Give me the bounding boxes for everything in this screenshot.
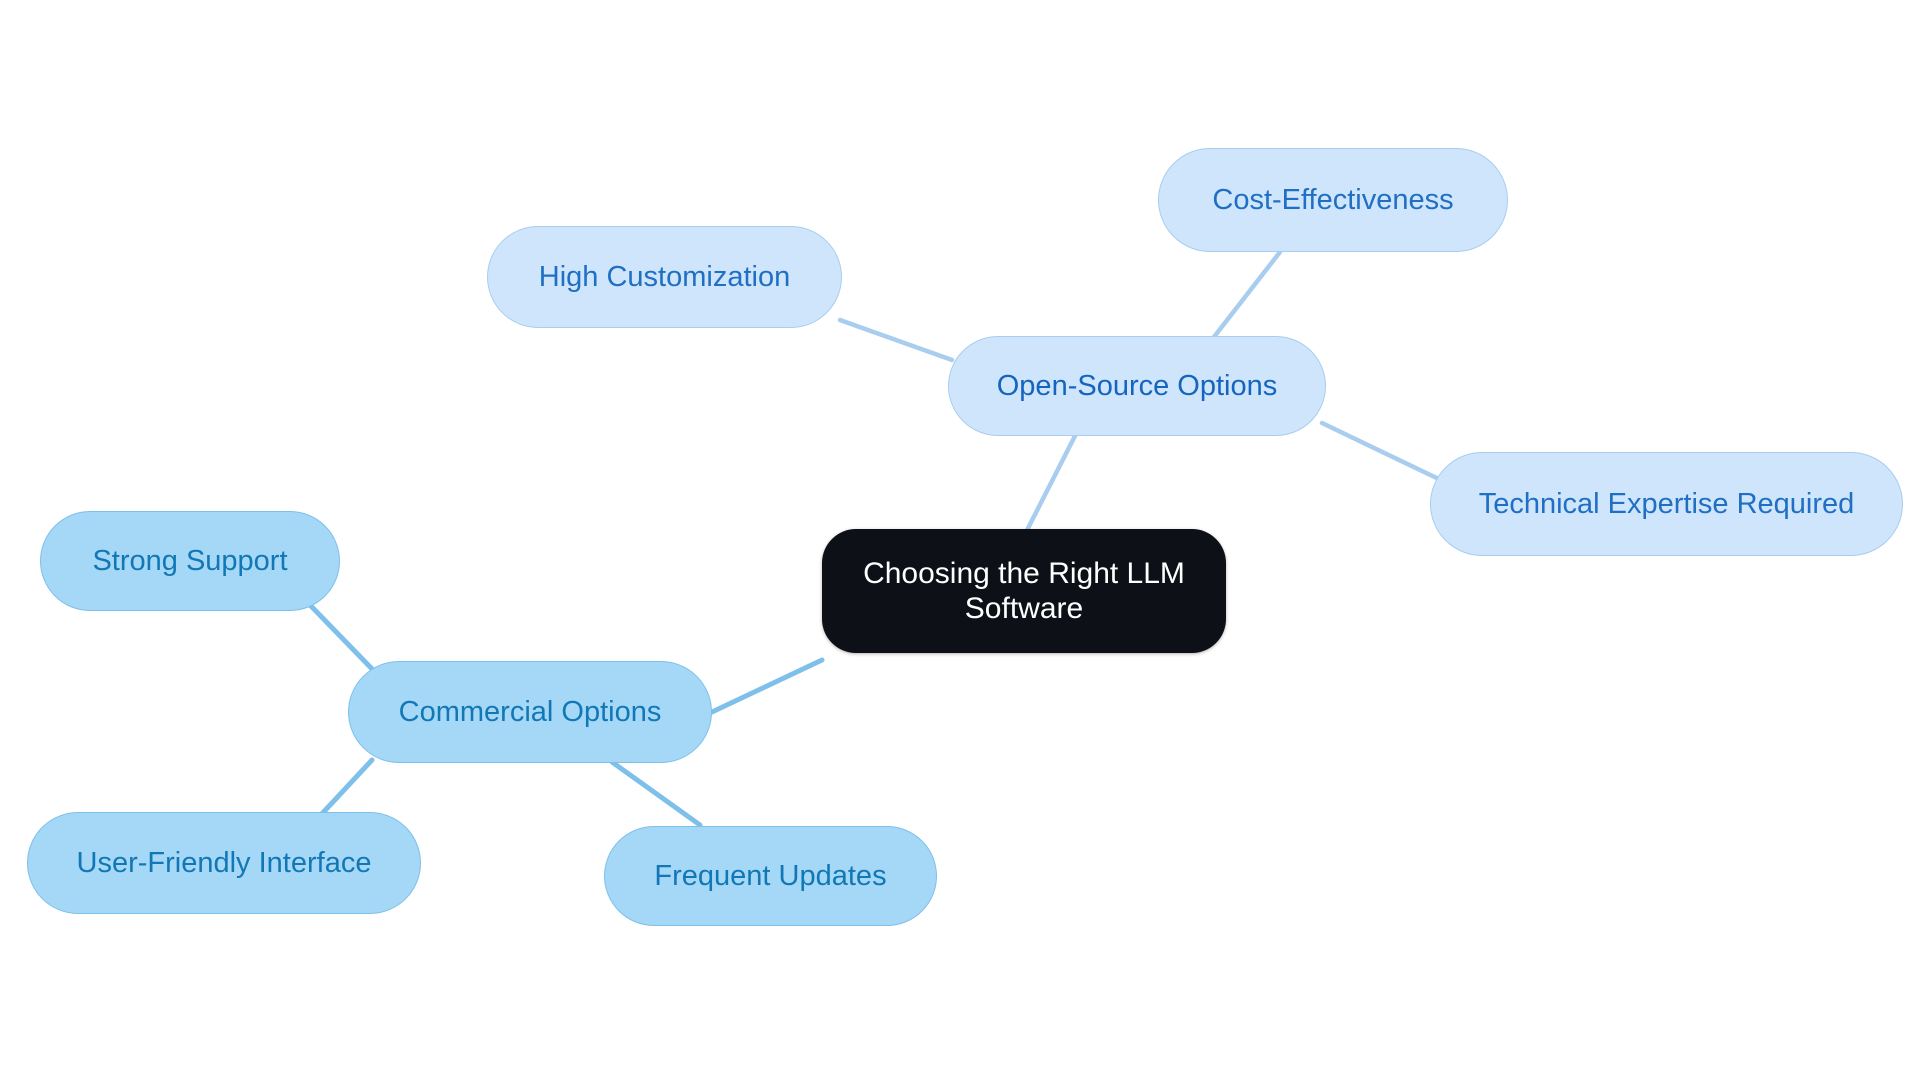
mindmap-leaf-high-customization-label: High Customization: [538, 260, 791, 293]
edge-commercial-to-frequent-updates: [609, 759, 703, 828]
mindmap-leaf-high-customization[interactable]: High Customization: [487, 226, 842, 328]
edge-commercial-to-strong-support: [307, 602, 378, 675]
mindmap-leaf-user-friendly-interface-label: User-Friendly Interface: [76, 846, 372, 879]
mindmap-leaf-cost-effectiveness[interactable]: Cost-Effectiveness: [1158, 148, 1508, 252]
mindmap-canvas: Choosing the Right LLM Software Open-Sou…: [0, 0, 1920, 1083]
mindmap-branch-commercial-options-label: Commercial Options: [398, 695, 662, 728]
mindmap-branch-open-source-options-label: Open-Source Options: [996, 369, 1278, 402]
edge-commercial-to-user-friendly: [315, 757, 375, 821]
mindmap-leaf-frequent-updates-label: Frequent Updates: [654, 859, 887, 892]
mindmap-leaf-technical-expertise-required[interactable]: Technical Expertise Required: [1430, 452, 1903, 556]
edge-open-source-to-technical-expertise: [1319, 420, 1448, 485]
mindmap-leaf-strong-support[interactable]: Strong Support: [40, 511, 340, 611]
mindmap-branch-open-source-options[interactable]: Open-Source Options: [948, 336, 1326, 436]
mindmap-leaf-strong-support-label: Strong Support: [92, 544, 288, 577]
mindmap-leaf-user-friendly-interface[interactable]: User-Friendly Interface: [27, 812, 421, 914]
mindmap-leaf-technical-expertise-required-label: Technical Expertise Required: [1478, 487, 1855, 520]
mindmap-leaf-frequent-updates[interactable]: Frequent Updates: [604, 826, 937, 926]
edge-root-to-commercial: [709, 657, 825, 715]
edge-open-source-to-high-customization: [837, 317, 955, 363]
mindmap-root-label: Choosing the Right LLM Software: [863, 556, 1185, 625]
mindmap-root-node[interactable]: Choosing the Right LLM Software: [822, 529, 1226, 653]
edge-root-to-open-source: [1019, 427, 1081, 543]
mindmap-leaf-cost-effectiveness-label: Cost-Effectiveness: [1212, 183, 1454, 216]
mindmap-branch-commercial-options[interactable]: Commercial Options: [348, 661, 712, 763]
